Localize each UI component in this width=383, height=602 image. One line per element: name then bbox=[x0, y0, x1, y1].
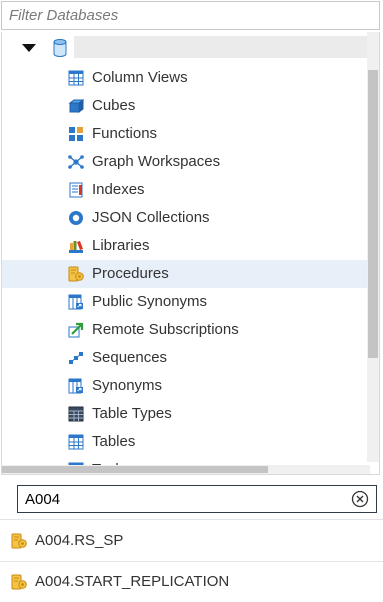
tree-item-label: Sequences bbox=[92, 349, 168, 366]
search-result-label: A004.START_REPLICATION bbox=[35, 573, 230, 590]
database-name-redacted bbox=[74, 36, 368, 58]
search-result-label: A004.RS_SP bbox=[35, 532, 124, 549]
filter-databases-input[interactable] bbox=[2, 2, 379, 29]
tree-item-cubes[interactable]: Cubes bbox=[2, 92, 368, 120]
public-synonym-icon bbox=[68, 294, 83, 310]
procedure-icon bbox=[11, 574, 27, 590]
function-icon bbox=[69, 127, 83, 141]
tree-item-indexes[interactable]: Indexes bbox=[2, 176, 368, 204]
table-type-icon bbox=[68, 406, 84, 422]
divider bbox=[0, 519, 383, 520]
tree-item-functions[interactable]: Functions bbox=[2, 120, 368, 148]
tree-item-json-collections[interactable]: JSON Collections bbox=[2, 204, 368, 232]
database-root-node[interactable] bbox=[2, 32, 370, 64]
vertical-scroll-thumb[interactable] bbox=[368, 70, 378, 358]
sequence-icon bbox=[69, 352, 83, 364]
tree-item-label: Remote Subscriptions bbox=[92, 321, 239, 338]
tree-item-label: Synonyms bbox=[92, 377, 163, 394]
tree-item-column-views[interactable]: Column Views bbox=[2, 64, 368, 92]
tree-item-procedures[interactable]: Procedures bbox=[2, 260, 368, 288]
filter-databases-field[interactable] bbox=[1, 1, 380, 30]
tree-item-label: JSON Collections bbox=[92, 209, 210, 226]
tree-item-tables[interactable]: Tables bbox=[2, 428, 368, 456]
tree-item-label: Indexes bbox=[92, 181, 145, 198]
search-result-item[interactable]: A004.RS_SP bbox=[0, 521, 383, 561]
vertical-scrollbar[interactable] bbox=[367, 32, 379, 462]
search-result-item[interactable]: A004.START_REPLICATION bbox=[0, 562, 383, 602]
horizontal-scroll-thumb[interactable] bbox=[2, 466, 268, 473]
tree-item-label: Libraries bbox=[92, 237, 150, 254]
column-views-icon bbox=[68, 70, 84, 86]
library-icon bbox=[69, 241, 83, 253]
json-collection-icon bbox=[69, 211, 83, 225]
tree-item-label: Cubes bbox=[92, 97, 136, 114]
tree-item-label: Tables bbox=[92, 433, 136, 450]
tree-item-graph-workspaces[interactable]: Graph Workspaces bbox=[2, 148, 368, 176]
index-icon bbox=[69, 182, 83, 198]
table-icon bbox=[68, 434, 84, 450]
catalog-tree[interactable]: Column Views Cubes Functions Graph Works… bbox=[1, 32, 380, 475]
tree-item-sequences[interactable]: Sequences bbox=[2, 344, 368, 372]
clear-search-icon[interactable] bbox=[351, 490, 369, 508]
tree-item-label: Column Views bbox=[92, 69, 188, 86]
tree-item-libraries[interactable]: Libraries bbox=[2, 232, 368, 260]
tree-item-table-types[interactable]: Table Types bbox=[2, 400, 368, 428]
procedure-icon bbox=[11, 533, 27, 549]
synonym-icon bbox=[68, 378, 83, 394]
object-search-field[interactable] bbox=[17, 485, 377, 513]
horizontal-scrollbar[interactable] bbox=[2, 465, 370, 474]
expand-caret-icon[interactable] bbox=[22, 44, 36, 52]
tree-item-remote-subscriptions[interactable]: Remote Subscriptions bbox=[2, 316, 368, 344]
tree-item-label: Table Types bbox=[92, 405, 172, 422]
tree-item-public-synonyms[interactable]: Public Synonyms bbox=[2, 288, 368, 316]
tree-item-label: Procedures bbox=[92, 265, 169, 282]
remote-subscription-icon bbox=[68, 322, 84, 338]
procedure-icon bbox=[68, 266, 84, 282]
tree-item-label: Public Synonyms bbox=[92, 293, 208, 310]
tree-item-label: Functions bbox=[92, 125, 158, 142]
tree-item-synonyms[interactable]: Synonyms bbox=[2, 372, 368, 400]
tree-item-label: Graph Workspaces bbox=[92, 153, 221, 170]
graph-workspace-icon bbox=[68, 155, 84, 169]
cube-icon bbox=[68, 99, 84, 113]
database-icon bbox=[53, 39, 67, 57]
object-search-input[interactable] bbox=[18, 486, 338, 512]
